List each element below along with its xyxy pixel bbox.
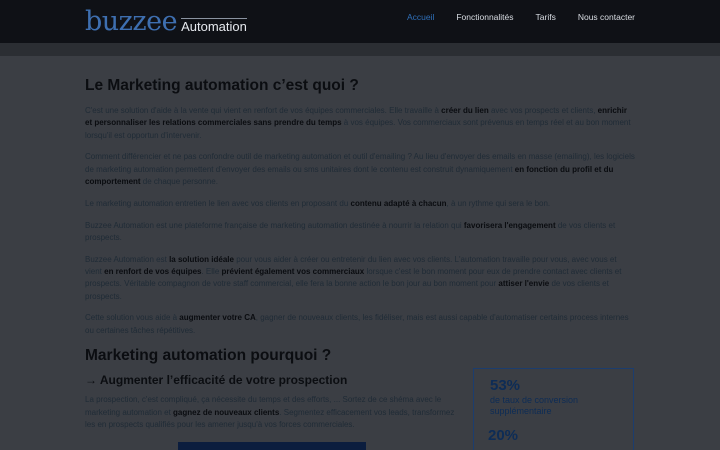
nav-link-tarifs[interactable]: Tarifs — [536, 11, 556, 23]
paragraph: Buzzee Automation est une plateforme fra… — [85, 220, 635, 245]
nav-link-accueil[interactable]: Accueil — [407, 11, 434, 23]
body-text: avec vos prospects et clients, — [488, 106, 598, 115]
body-text: Cette solution vous aide à — [85, 313, 180, 323]
stat-value: 53% — [490, 377, 521, 394]
paragraph: Cette solution vous aide à augmenter vot… — [85, 312, 635, 337]
body-text: Buzzee Automation est — [85, 254, 170, 264]
paragraph: Buzzee Automation est la solution idéale… — [85, 254, 635, 303]
paragraph: Le marketing automation entretien le lie… — [85, 198, 635, 210]
emphasis-text: attiser l'envie — [498, 279, 550, 289]
brand-logo[interactable]: buzzee Automation — [85, 4, 247, 36]
body-text: Buzzee Automation est une plateforme fra… — [85, 220, 464, 230]
body-text: C'est une solution d'aide à la vente qui… — [85, 106, 442, 115]
logo-wordmark: buzzee — [85, 6, 178, 37]
section-title-why: Marketing automation pourquoi ? — [85, 347, 332, 365]
emphasis-text: gagnez de nouveaux clients — [173, 407, 280, 417]
paragraph: Comment différencier et ne pas confondre… — [85, 151, 635, 188]
stat-label: de taux de conversion supplémentaire — [490, 395, 579, 416]
nav-link-contact[interactable]: Nous contacter — [578, 11, 635, 23]
site-header: buzzee Automation Accueil Fonctionnalité… — [0, 0, 720, 43]
paragraph: C'est une solution d'aide à la vente qui… — [85, 105, 635, 142]
logo-subtitle: Automation — [181, 18, 247, 34]
emphasis-text: créer du lien — [441, 106, 489, 115]
emphasis-text: contenu adapté à chacun — [350, 198, 447, 208]
main-nav: Accueil Fonctionnalités Tarifs Nous cont… — [407, 11, 635, 23]
emphasis-text: prévient également vos commerciaux — [221, 266, 365, 276]
cta-button[interactable] — [178, 442, 366, 450]
emphasis-text: en renfort de vos équipes — [104, 266, 202, 276]
emphasis-text: la solution idéale — [169, 254, 234, 264]
stat-conversion: 53% de taux de conversion supplémentaire — [490, 377, 600, 417]
body-text: . Elle — [201, 266, 222, 276]
emphasis-text: augmenter votre CA — [179, 313, 256, 323]
body-text: , à un rythme qui sera le bon. — [446, 198, 551, 208]
stat-value: 20% — [488, 427, 519, 444]
body-text: Le marketing automation entretien le lie… — [85, 198, 351, 208]
emphasis-text: favorisera l'engagement — [463, 220, 556, 230]
section-title-what: Le Marketing automation c’est quoi ? — [85, 77, 359, 94]
nav-link-fonctionnalites[interactable]: Fonctionnalités — [456, 11, 513, 23]
body-text: de chaque personne. — [140, 176, 218, 186]
stats-box: 53% de taux de conversion supplémentaire… — [473, 368, 634, 450]
stat-secondary: 20% — [488, 427, 518, 445]
prospection-column: La prospection, c'est compliqué, ça néce… — [85, 394, 460, 431]
paragraph: La prospection, c'est compliqué, ça néce… — [85, 394, 460, 431]
